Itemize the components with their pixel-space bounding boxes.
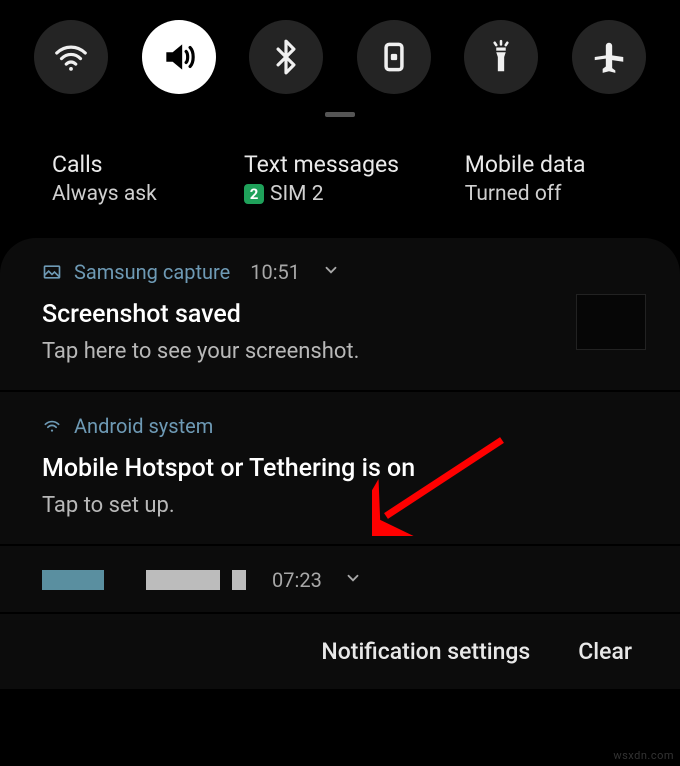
texts-selector[interactable]: Text messages 2 SIM 2 — [244, 151, 465, 206]
calls-title: Calls — [52, 151, 244, 178]
texts-title: Text messages — [244, 151, 465, 178]
mobile-data-sub: Turned off — [465, 182, 628, 206]
calls-sub: Always ask — [52, 182, 244, 206]
airplane-icon — [590, 38, 628, 76]
chevron-down-icon[interactable] — [322, 260, 340, 284]
redacted-text — [146, 570, 220, 590]
airplane-mode-toggle[interactable] — [572, 20, 646, 94]
wifi-toggle[interactable] — [34, 20, 108, 94]
redacted-icon — [42, 570, 104, 590]
mobile-data-title: Mobile data — [465, 151, 628, 178]
flashlight-toggle[interactable] — [464, 20, 538, 94]
notification-body: Tap to set up. — [42, 493, 638, 518]
notification-time: 10:51 — [250, 260, 300, 284]
bluetooth-icon — [267, 38, 305, 76]
redacted-text — [232, 570, 246, 590]
image-icon — [42, 262, 62, 282]
calls-selector[interactable]: Calls Always ask — [52, 151, 244, 206]
notification-app-name: Samsung capture — [74, 260, 230, 284]
notification-body: Tap here to see your screenshot. — [42, 339, 638, 364]
sound-icon — [160, 38, 198, 76]
wifi-small-icon — [42, 416, 62, 436]
wifi-icon — [52, 38, 90, 76]
notification-hidden[interactable]: 07:23 — [0, 544, 680, 612]
sim-panel-row: Calls Always ask Text messages 2 SIM 2 M… — [0, 117, 680, 234]
rotation-lock-toggle[interactable] — [357, 20, 431, 94]
clear-button[interactable]: Clear — [578, 638, 632, 665]
notification-app-name: Android system — [74, 414, 213, 438]
sim-badge: 2 — [244, 184, 264, 204]
notification-settings-button[interactable]: Notification settings — [321, 638, 530, 665]
notification-time: 07:23 — [272, 568, 322, 592]
texts-sub: 2 SIM 2 — [244, 182, 465, 206]
notification-header: Samsung capture 10:51 — [42, 260, 638, 284]
quick-settings-row — [0, 0, 680, 104]
portrait-lock-icon — [375, 38, 413, 76]
bluetooth-toggle[interactable] — [249, 20, 323, 94]
mobile-data-selector[interactable]: Mobile data Turned off — [465, 151, 628, 206]
sim-label: SIM 2 — [270, 182, 324, 206]
notification-footer: Notification settings Clear — [0, 612, 680, 689]
notification-title: Mobile Hotspot or Tethering is on — [42, 454, 638, 483]
watermark: wsxdn.com — [613, 749, 674, 762]
screenshot-thumbnail[interactable] — [576, 294, 646, 350]
sound-toggle[interactable] — [142, 20, 216, 94]
chevron-down-icon[interactable] — [344, 568, 362, 592]
notification-header: Android system — [42, 414, 638, 438]
notification-title: Screenshot saved — [42, 300, 638, 329]
notification-hotspot[interactable]: Android system Mobile Hotspot or Tetheri… — [0, 390, 680, 544]
flashlight-icon — [482, 38, 520, 76]
notification-screenshot[interactable]: Samsung capture 10:51 Screenshot saved T… — [0, 238, 680, 390]
